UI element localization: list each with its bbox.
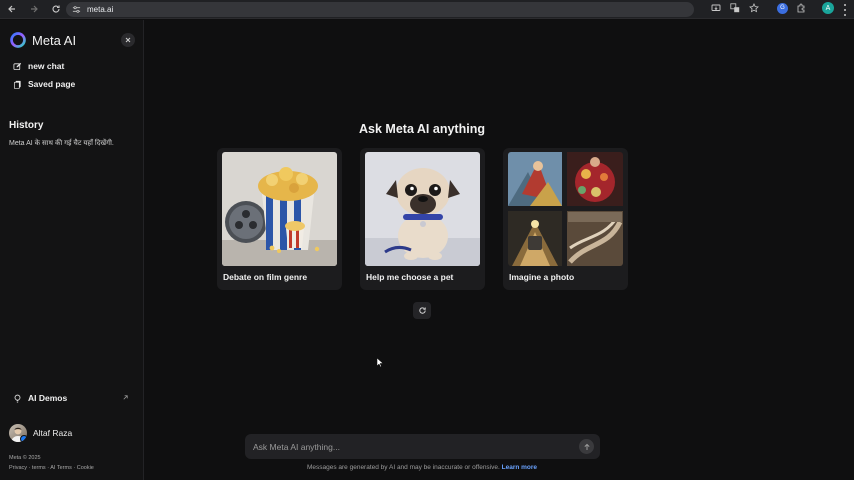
- site-settings-icon[interactable]: [72, 5, 81, 14]
- avatar[interactable]: [9, 424, 27, 442]
- prompt-placeholder: Ask Meta AI anything...: [253, 441, 340, 452]
- bookmark-star-icon[interactable]: [748, 2, 760, 14]
- saved-page-icon: [13, 80, 22, 89]
- meta-ai-ring-icon: [10, 32, 26, 48]
- disclaimer-text: Messages are generated by AI and may be …: [145, 464, 699, 471]
- refresh-suggestions-button[interactable]: [413, 302, 431, 319]
- history-empty-text: Meta AI के साथ की गई चैट यहाँ दिखेंगी.: [9, 140, 114, 147]
- brand-logo[interactable]: Meta AI: [9, 31, 76, 49]
- footer-links[interactable]: Privacy · terms · AI Terms · Cookie: [9, 465, 94, 471]
- suggestion-card-pet[interactable]: Help me choose a pet: [360, 148, 485, 290]
- main-content: Ask Meta AI anything Debate on film genr…: [145, 20, 854, 480]
- reload-icon[interactable]: [48, 1, 64, 17]
- back-arrow-icon[interactable]: [4, 1, 20, 17]
- mouse-cursor-icon: [377, 358, 383, 367]
- prompt-input[interactable]: Ask Meta AI anything...: [245, 434, 600, 459]
- address-bar[interactable]: meta.ai: [66, 2, 694, 17]
- history-heading: History: [9, 120, 44, 131]
- forward-arrow-icon[interactable]: [26, 1, 42, 17]
- extension-letter: G: [780, 5, 785, 11]
- install-app-icon[interactable]: [710, 2, 722, 14]
- send-button[interactable]: [579, 439, 594, 454]
- copyright-text: Meta © 2025: [9, 455, 41, 461]
- card-label: Help me choose a pet: [366, 272, 454, 282]
- new-chat-item[interactable]: new chat: [13, 61, 64, 71]
- suggestion-card-film[interactable]: Debate on film genre: [217, 148, 342, 290]
- facebook-badge-icon: [20, 435, 27, 442]
- extensions-icon[interactable]: [795, 2, 807, 14]
- card-label: Imagine a photo: [509, 272, 575, 282]
- saved-page-label: Saved page: [28, 79, 76, 89]
- url-text: meta.ai: [87, 5, 114, 14]
- page-title: Ask Meta AI anything: [359, 122, 485, 136]
- brand-name: Meta AI: [32, 32, 77, 48]
- sidebar: Meta AI new chat Saved page History Meta…: [0, 20, 144, 480]
- photo-collage-image: [508, 152, 623, 266]
- close-icon: [125, 37, 131, 43]
- menu-kebab-icon[interactable]: [842, 4, 848, 16]
- browser-toolbar: meta.ai G A: [0, 0, 854, 19]
- profile-initial: A: [825, 4, 831, 12]
- user-name[interactable]: Altaf Raza: [33, 428, 72, 438]
- edit-icon: [13, 62, 22, 71]
- arrow-up-icon: [583, 443, 590, 450]
- ai-demos-item[interactable]: AI Demos: [13, 393, 67, 403]
- disclaimer-body: Messages are generated by AI and may be …: [306, 464, 500, 471]
- learn-more-link[interactable]: Learn more: [502, 464, 537, 471]
- close-sidebar-button[interactable]: [121, 33, 135, 47]
- profile-avatar[interactable]: A: [822, 2, 834, 14]
- popcorn-film-image: [222, 152, 337, 266]
- ai-demos-label: AI Demos: [28, 393, 68, 403]
- translate-icon[interactable]: [729, 2, 741, 14]
- lightbulb-icon: [13, 394, 22, 403]
- extension-g-icon[interactable]: G: [777, 2, 788, 14]
- new-chat-label: new chat: [28, 61, 65, 71]
- card-label: Debate on film genre: [223, 272, 308, 282]
- refresh-icon: [418, 307, 426, 314]
- pug-image: [365, 152, 480, 266]
- suggestion-card-imagine[interactable]: Imagine a photo: [503, 148, 628, 290]
- saved-page-item[interactable]: Saved page: [13, 79, 75, 89]
- external-link-icon[interactable]: [122, 394, 129, 401]
